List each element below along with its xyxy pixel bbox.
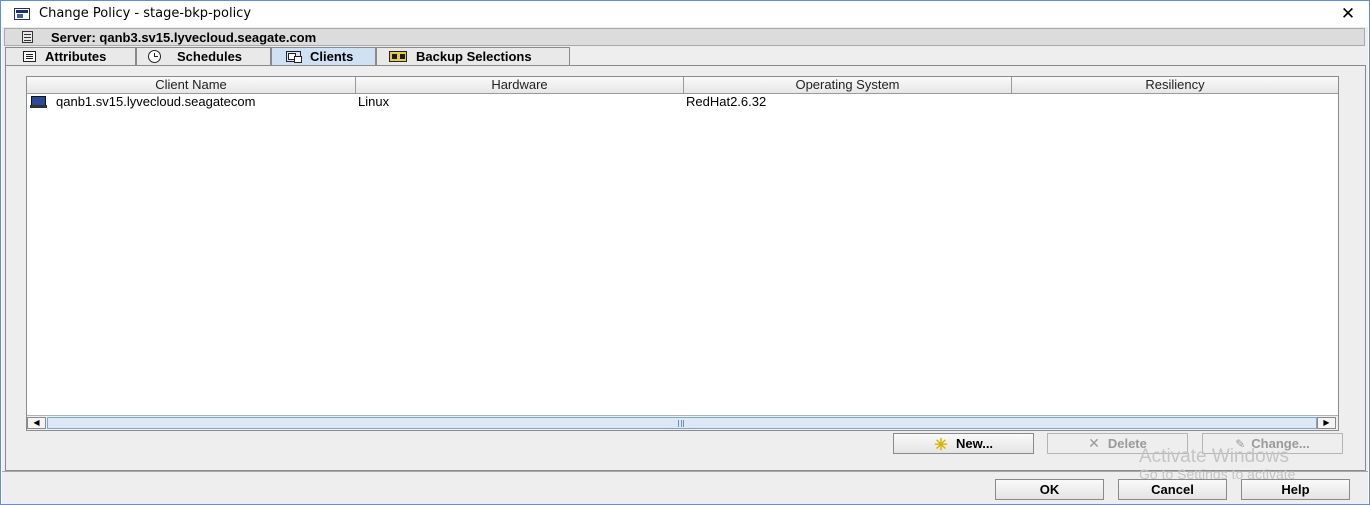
tab-clients[interactable]: Clients	[271, 47, 376, 67]
attributes-icon	[23, 51, 36, 62]
scrollbar-thumb[interactable]	[47, 417, 1317, 429]
tab-attributes[interactable]: Attributes	[5, 47, 136, 66]
tab-backup-selections[interactable]: Backup Selections	[376, 47, 570, 66]
cell-client-name: qanb1.sv15.lyvecloud.seagatecom	[56, 94, 256, 109]
table-row[interactable]: qanb1.sv15.lyvecloud.seagatecom Linux Re…	[27, 94, 1338, 111]
cell-operating-system: RedHat2.6.32	[686, 94, 767, 109]
activate-windows-watermark: Activate Windows	[1139, 446, 1289, 467]
clients-computers-icon	[286, 51, 302, 63]
ok-button-label: OK	[1039, 482, 1060, 497]
schedules-clock-icon	[148, 50, 161, 63]
server-icon	[22, 31, 33, 43]
title-bar[interactable]: Change Policy - stage-bkp-policy ✕	[1, 1, 1369, 27]
column-header-hardware[interactable]: Hardware	[356, 77, 684, 94]
app-window-icon	[14, 8, 30, 20]
close-icon[interactable]: ✕	[1331, 2, 1365, 26]
table-header: Client Name Hardware Operating System Re…	[27, 77, 1338, 94]
scroll-right-arrow-icon[interactable]: ▶	[1317, 417, 1336, 429]
change-policy-dialog: Change Policy - stage-bkp-policy ✕ Serve…	[0, 0, 1370, 505]
new-button-label: New...	[955, 436, 994, 451]
clients-table: Client Name Hardware Operating System Re…	[26, 76, 1339, 431]
tab-label: Schedules	[177, 49, 243, 64]
tab-label: Attributes	[45, 49, 107, 64]
tab-label: Backup Selections	[416, 49, 532, 64]
ok-button[interactable]: OK	[995, 479, 1104, 500]
tab-label: Clients	[310, 49, 354, 64]
server-name: Server: qanb3.sv15.lyvecloud.seagate.com	[51, 30, 317, 45]
backup-selections-icon	[389, 51, 407, 62]
server-bar: Server: qanb3.sv15.lyvecloud.seagate.com	[4, 28, 1365, 46]
new-client-button[interactable]: ✳ New...	[893, 433, 1034, 454]
column-header-client-name[interactable]: Client Name	[27, 77, 356, 94]
window-title: Change Policy - stage-bkp-policy	[39, 6, 252, 21]
cell-hardware: Linux	[358, 94, 390, 109]
cancel-button[interactable]: Cancel	[1118, 479, 1227, 500]
new-star-icon: ✳	[934, 437, 948, 454]
client-computer-icon	[30, 96, 47, 108]
cancel-button-label: Cancel	[1151, 482, 1194, 497]
delete-x-icon: ✕	[1088, 435, 1100, 451]
clients-panel: Client Name Hardware Operating System Re…	[5, 65, 1366, 471]
column-header-resiliency[interactable]: Resiliency	[1012, 77, 1338, 94]
dialog-content: Server: qanb3.sv15.lyvecloud.seagate.com…	[2, 27, 1368, 504]
scroll-left-arrow-icon[interactable]: ◀	[27, 417, 46, 429]
help-button[interactable]: Help	[1241, 479, 1350, 500]
column-header-operating-system[interactable]: Operating System	[684, 77, 1012, 94]
tab-schedules[interactable]: Schedules	[136, 47, 271, 66]
scrollbar-grip-icon	[678, 420, 684, 427]
horizontal-scrollbar[interactable]: ◀ ▶	[27, 415, 1338, 430]
help-button-label: Help	[1281, 482, 1310, 497]
